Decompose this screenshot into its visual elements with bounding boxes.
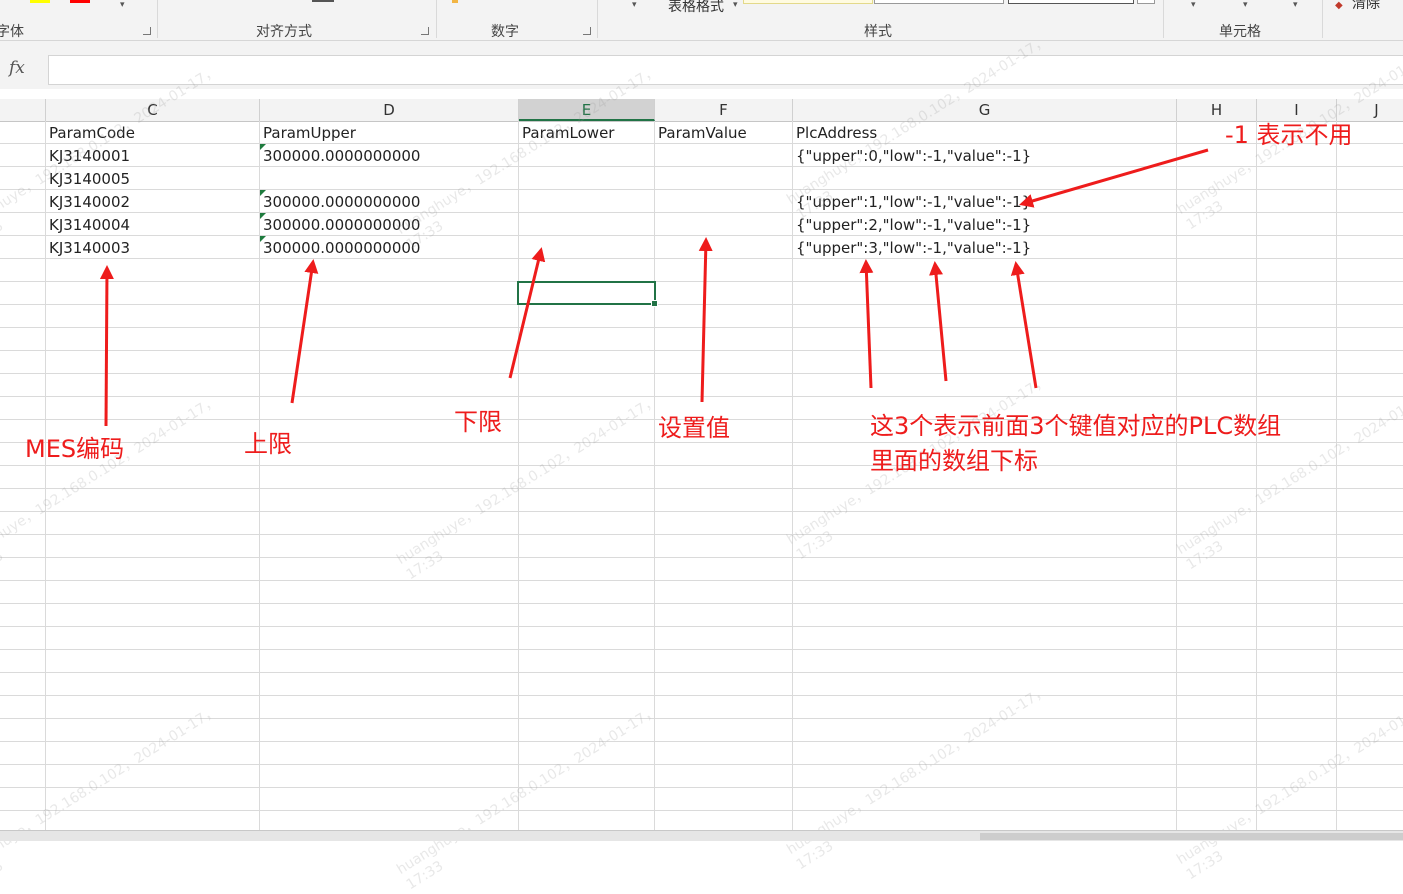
annotation-plc-note-line2: 里面的数组下标 — [870, 447, 1038, 475]
annotation-set-value: 设置值 — [658, 414, 730, 442]
annotation-mes-code: MES编码 — [25, 435, 125, 463]
arrow-upper — [290, 259, 319, 404]
annotation-plc-note-line1: 这3个表示前面3个键值对应的PLC数组 — [870, 412, 1282, 440]
horizontal-scrollbar[interactable] — [980, 833, 1403, 840]
annotation-lower: 下限 — [454, 408, 502, 436]
arrow-minus-one — [1019, 148, 1209, 208]
arrow-index-value — [1010, 261, 1038, 389]
arrow-mes-code — [99, 265, 114, 427]
arrow-set-value — [698, 237, 713, 403]
arrow-lower — [508, 247, 546, 379]
arrow-index-low — [929, 261, 948, 382]
annotation-upper: 上限 — [244, 430, 292, 458]
arrow-index-upper — [859, 259, 874, 389]
annotation-minus-one: -1 表示不用 — [1225, 121, 1353, 149]
